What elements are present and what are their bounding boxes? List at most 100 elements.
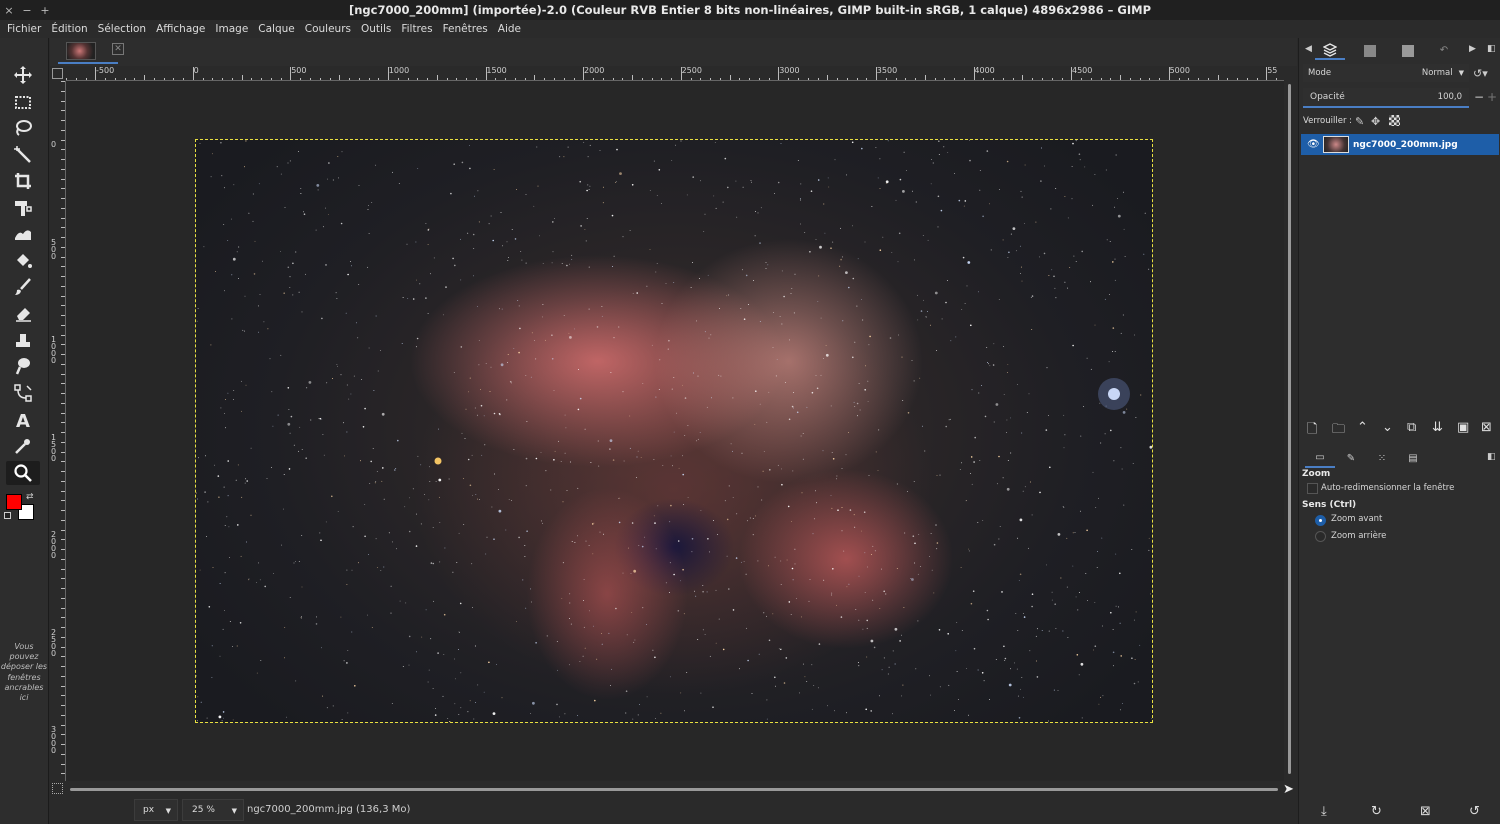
paintbrush-icon[interactable] <box>6 275 40 299</box>
tab-tool-options[interactable]: ▭ <box>1305 449 1335 468</box>
star <box>790 614 792 616</box>
reset-colors-icon[interactable] <box>4 512 11 519</box>
menu-aide[interactable]: Aide <box>493 23 526 35</box>
tab-channels[interactable] <box>1355 41 1385 60</box>
eye-icon[interactable]: 👁 <box>1307 139 1320 150</box>
menu-outils[interactable]: Outils <box>356 23 396 35</box>
star <box>687 424 689 426</box>
zoom-out-radio[interactable] <box>1315 531 1326 542</box>
color-picker-icon[interactable] <box>6 434 40 458</box>
opacity-field[interactable]: Opacité 100,0 <box>1303 88 1469 108</box>
tab-gradients[interactable]: ▤ <box>1398 449 1428 468</box>
delete-layer-icon[interactable]: ⊠ <box>1481 420 1492 435</box>
auto-resize-checkbox[interactable] <box>1307 483 1318 494</box>
star <box>348 398 350 400</box>
star <box>525 262 527 264</box>
star <box>837 509 839 512</box>
menu-calque[interactable]: Calque <box>253 23 299 35</box>
warp-transform-icon[interactable] <box>6 222 40 246</box>
horizontal-scrollbar[interactable] <box>66 781 1284 797</box>
star <box>1079 159 1081 161</box>
paths-icon[interactable] <box>6 381 40 405</box>
duplicate-layer-icon[interactable]: ⧉ <box>1407 420 1416 435</box>
minimize-window-button[interactable]: − <box>18 4 36 17</box>
reset-options-icon[interactable]: ↺ <box>1469 804 1480 819</box>
star <box>939 686 941 688</box>
star <box>618 521 621 524</box>
new-layer-group-icon[interactable]: 🗀 <box>1332 420 1345 442</box>
star <box>684 435 686 436</box>
layer-mode-select[interactable]: Mode Normal ▼ <box>1303 64 1469 82</box>
lower-layer-icon[interactable]: ⌄ <box>1382 420 1393 435</box>
merge-layer-icon[interactable]: ⇊ <box>1432 420 1443 435</box>
vertical-scrollbar[interactable] <box>1284 66 1297 781</box>
star <box>1132 462 1134 464</box>
menu-edition[interactable]: Édition <box>46 23 92 35</box>
astro-image[interactable] <box>196 140 1152 722</box>
delete-options-icon[interactable]: ⊠ <box>1420 804 1431 819</box>
star <box>541 316 543 318</box>
crop-icon[interactable] <box>6 169 40 193</box>
smudge-icon[interactable] <box>6 354 40 378</box>
navigate-icon[interactable]: ➤ <box>1283 782 1294 797</box>
mode-reset-icon[interactable]: ↺▾ <box>1473 67 1488 80</box>
text-icon[interactable]: A <box>6 408 40 432</box>
raise-layer-icon[interactable]: ⌃ <box>1357 420 1368 435</box>
dock-menu-icon[interactable]: ◧ <box>1487 452 1496 462</box>
star <box>392 171 393 173</box>
ruler-corner-menu-icon[interactable] <box>52 68 63 79</box>
lock-position-icon[interactable]: ✥ <box>1371 115 1380 128</box>
save-options-icon[interactable]: ⤓ <box>1321 804 1327 819</box>
unified-transform-icon[interactable] <box>6 196 40 220</box>
close-tab-icon[interactable]: ✕ <box>112 43 124 55</box>
star <box>877 469 879 471</box>
menu-image[interactable]: Image <box>210 23 253 35</box>
menu-couleurs[interactable]: Couleurs <box>300 23 356 35</box>
menu-fenetres[interactable]: Fenêtres <box>438 23 493 35</box>
restore-options-icon[interactable]: ↻ <box>1371 804 1382 819</box>
lock-alpha-icon[interactable] <box>1389 115 1400 126</box>
image-tab[interactable] <box>58 40 118 64</box>
lock-pixels-icon[interactable]: ✎ <box>1355 115 1364 128</box>
layer-actions-bar: 🗋 🗀 ⌃ ⌄ ⧉ ⇊ ▣ ⊠ <box>1299 418 1500 440</box>
quick-mask-toggle-icon[interactable] <box>52 783 63 794</box>
tab-paths[interactable] <box>1393 41 1423 60</box>
foreground-color-swatch[interactable] <box>6 494 22 510</box>
menu-affichage[interactable]: Affichage <box>151 23 210 35</box>
star <box>1104 298 1106 300</box>
tab-brushes[interactable]: ✎ <box>1336 449 1366 468</box>
fuzzy-select-icon[interactable] <box>6 143 40 167</box>
scroll-left-icon[interactable]: ◀ <box>1305 44 1312 54</box>
opacity-increase-icon[interactable]: + <box>1487 90 1497 104</box>
rect-select-icon[interactable] <box>6 90 40 114</box>
new-layer-icon[interactable]: 🗋 <box>1307 420 1317 442</box>
tab-undo-history[interactable]: ↶ <box>1429 41 1459 60</box>
layer-mask-icon[interactable]: ▣ <box>1457 420 1469 435</box>
tool-options-title: Zoom <box>1302 469 1331 479</box>
lasso-icon[interactable] <box>6 116 40 140</box>
star <box>432 562 435 565</box>
close-window-button[interactable]: × <box>0 4 18 17</box>
tab-layers[interactable] <box>1315 41 1345 60</box>
swap-colors-icon[interactable]: ⇄ <box>26 492 34 502</box>
menu-selection[interactable]: Sélection <box>93 23 151 35</box>
menu-filtres[interactable]: Filtres <box>396 23 437 35</box>
move-tool-icon[interactable] <box>6 63 40 87</box>
bucket-fill-icon[interactable] <box>6 249 40 273</box>
star <box>832 568 834 570</box>
opacity-decrease-icon[interactable]: − <box>1474 90 1484 104</box>
layer-row[interactable]: 👁 ngc7000_200mm.jpg <box>1301 134 1499 155</box>
clone-stamp-icon[interactable] <box>6 328 40 352</box>
eraser-icon[interactable] <box>6 301 40 325</box>
zoom-icon[interactable] <box>6 461 40 485</box>
zoom-select[interactable]: 25 % ▼ <box>182 799 244 821</box>
zoom-in-radio[interactable] <box>1315 515 1326 526</box>
menu-fichier[interactable]: Fichier <box>2 23 46 35</box>
star <box>1007 257 1009 259</box>
scroll-right-icon[interactable]: ▶ <box>1469 44 1476 54</box>
unit-select[interactable]: px ▼ <box>134 799 178 821</box>
star <box>1043 165 1045 167</box>
maximize-window-button[interactable]: + <box>36 4 54 17</box>
tab-patterns[interactable]: ⁙ <box>1367 449 1397 468</box>
dock-menu-icon[interactable]: ◧ <box>1487 44 1496 54</box>
